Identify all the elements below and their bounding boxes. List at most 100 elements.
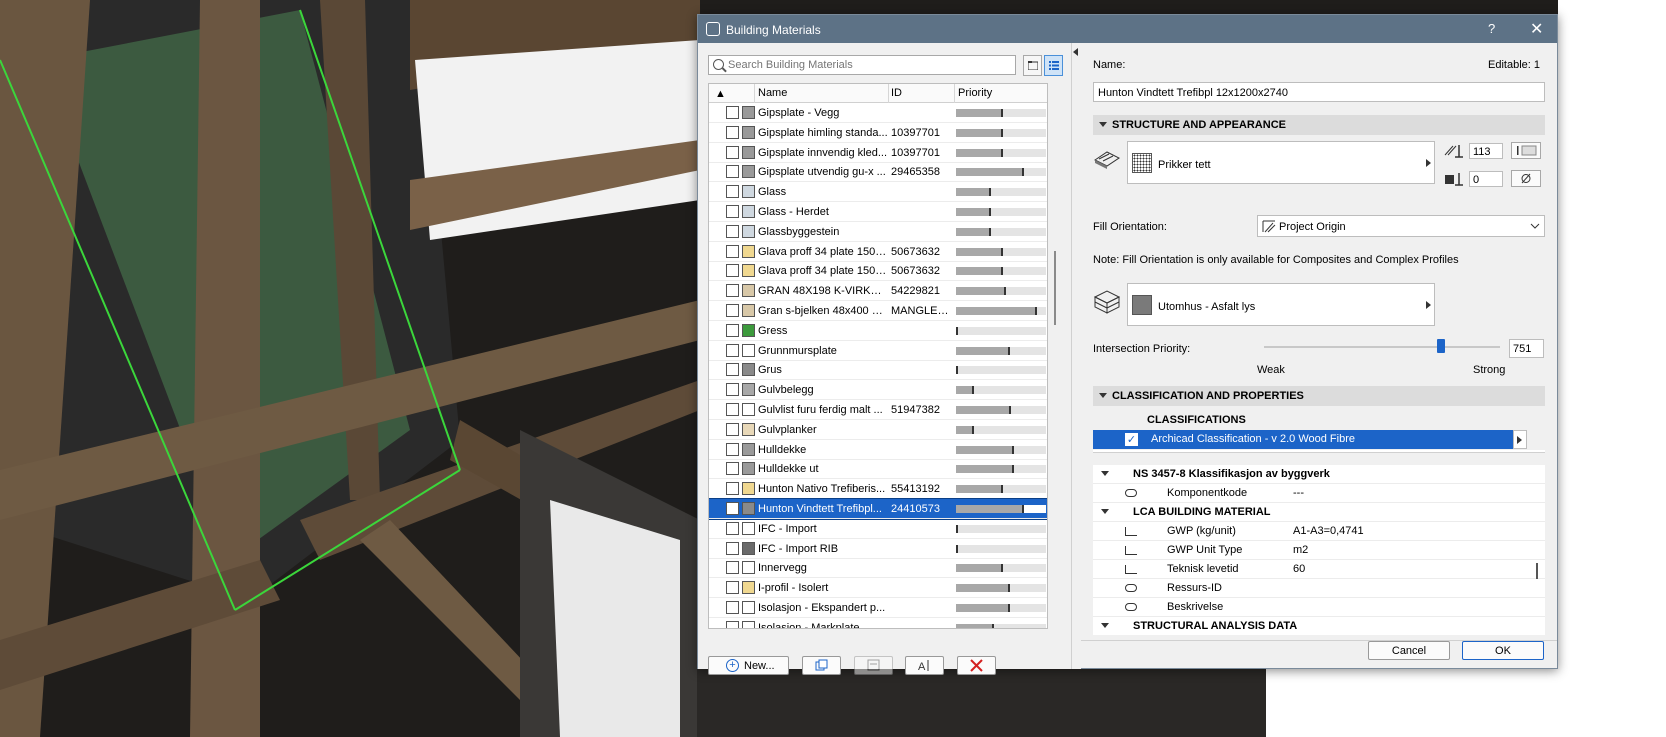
table-row[interactable]: Gulvplanker: [709, 420, 1047, 440]
property-value[interactable]: m2: [1293, 544, 1308, 556]
expand-caret-icon[interactable]: [1101, 471, 1109, 476]
fill-pen-input[interactable]: 113: [1469, 143, 1503, 159]
classification-properties-header[interactable]: CLASSIFICATION AND PROPERTIES: [1093, 386, 1545, 406]
table-row[interactable]: Grunnmursplate: [709, 341, 1047, 361]
material-catalog-button[interactable]: [854, 656, 893, 675]
table-row[interactable]: Gipsplate innvendig kled... 10397701: [709, 143, 1047, 163]
help-button[interactable]: ?: [1488, 21, 1495, 36]
intersection-priority-input[interactable]: 751: [1509, 339, 1544, 358]
structure-appearance-header[interactable]: STRUCTURE AND APPEARANCE: [1093, 115, 1545, 135]
new-material-button[interactable]: + New...: [708, 656, 789, 675]
cut-fill-swatch: [726, 383, 739, 397]
cut-fill-picker[interactable]: Prikker tett: [1127, 141, 1435, 184]
property-row[interactable]: Teknisk levetid 60: [1093, 560, 1545, 579]
classification-picker-button[interactable]: [1513, 430, 1527, 449]
table-row[interactable]: Gulvbelegg: [709, 380, 1047, 401]
delete-button[interactable]: [957, 656, 996, 675]
fill-orientation-label: Fill Orientation:: [1093, 221, 1167, 233]
table-row[interactable]: Gipsplate himling standa... 10397701: [709, 123, 1047, 143]
column-name-header[interactable]: Name: [758, 87, 787, 99]
property-row[interactable]: GWP (kg/unit) A1-A3=0,4741: [1093, 522, 1545, 541]
property-group-row[interactable]: STRUCTURAL ANALYSIS DATA: [1093, 617, 1545, 635]
surface-color-swatch: [742, 165, 755, 179]
property-row[interactable]: Beskrivelse: [1093, 598, 1545, 617]
background-pen-button[interactable]: [1511, 142, 1541, 159]
ok-button[interactable]: OK: [1462, 641, 1544, 660]
property-row[interactable]: Ressurs-ID: [1093, 579, 1545, 598]
name-field[interactable]: Hunton Vindtett Trefibpl 12x1200x2740: [1093, 82, 1545, 102]
surface-picker[interactable]: Utomhus - Asfalt lys: [1127, 283, 1435, 326]
table-row[interactable]: Glava proff 34 plate 150x... 50673632: [709, 242, 1047, 262]
table-row[interactable]: Grus: [709, 360, 1047, 381]
search-box[interactable]: [708, 55, 1016, 75]
sort-arrow-icon[interactable]: ▲: [715, 88, 726, 100]
list-view-button[interactable]: [1044, 55, 1063, 76]
link-icon: [1125, 489, 1137, 497]
table-row[interactable]: Innervegg: [709, 558, 1047, 579]
priority-fill: [956, 267, 1003, 276]
expand-caret-icon[interactable]: [1101, 623, 1109, 628]
material-name: Isolasjon - Markplate: [758, 621, 860, 629]
column-priority-header[interactable]: Priority: [958, 87, 992, 99]
cancel-button[interactable]: Cancel: [1368, 641, 1450, 660]
table-row[interactable]: Gipsplate - Vegg: [709, 103, 1047, 123]
table-row[interactable]: Glava proff 34 plate 150x... 50673632: [709, 261, 1047, 282]
material-id: 51947382: [891, 404, 940, 416]
slider-thumb[interactable]: [1437, 339, 1446, 353]
classification-row[interactable]: ✓ Archicad Classification - v 2.0 Wood F…: [1093, 430, 1527, 449]
table-row[interactable]: Isolasjon - Ekspandert p...: [709, 598, 1047, 618]
cut-fill-swatch: [726, 264, 739, 278]
classification-properties-title: CLASSIFICATION AND PROPERTIES: [1112, 390, 1304, 402]
collapse-arrow-icon[interactable]: [1073, 48, 1078, 56]
title-bar[interactable]: Building Materials ? ✕: [698, 15, 1557, 43]
property-group-row[interactable]: NS 3457-8 Klassifikasjon av byggverk: [1093, 465, 1545, 484]
building-materials-dialog: Building Materials ? ✕ ▲ Name ID Priorit…: [697, 14, 1558, 675]
table-row[interactable]: Glass: [709, 182, 1047, 203]
folder-view-button[interactable]: [1023, 55, 1042, 76]
property-value[interactable]: A1-A3=0,4741: [1293, 525, 1364, 537]
tree-branch-icon: [1125, 527, 1137, 536]
table-row[interactable]: Isolasjon - Markplate: [709, 618, 1047, 629]
duplicate-button[interactable]: [802, 656, 841, 675]
table-row[interactable]: Gulvlist furu ferdig malt ... 51947382: [709, 400, 1047, 420]
cut-fill-swatch: [726, 561, 739, 575]
priority-bar: [956, 346, 1046, 355]
close-button[interactable]: ✕: [1530, 19, 1543, 39]
table-row[interactable]: IFC - Import RIB: [709, 539, 1047, 559]
table-row[interactable]: Gress: [709, 321, 1047, 341]
priority-bar: [956, 524, 1046, 533]
table-row[interactable]: GRAN 48X198 K-VIRKE C24 54229821: [709, 281, 1047, 302]
table-row[interactable]: Gran s-bjelken 48x400 gl... MANGLER ...: [709, 301, 1047, 321]
list-scrollbar[interactable]: [1054, 251, 1056, 325]
column-id-header[interactable]: ID: [891, 87, 902, 99]
property-value[interactable]: 60: [1293, 563, 1305, 575]
property-value[interactable]: ---: [1293, 487, 1304, 499]
table-row[interactable]: Gipsplate utvendig gu-x ... 29465358: [709, 162, 1047, 183]
checkbox-checked[interactable]: ✓: [1125, 433, 1138, 446]
table-row[interactable]: Hulldekke: [709, 440, 1047, 460]
properties-scrollbar[interactable]: [1536, 563, 1538, 579]
property-group-row[interactable]: LCA BUILDING MATERIAL: [1093, 503, 1545, 522]
priority-fill: [956, 564, 1003, 573]
table-row[interactable]: Glassbyggestein: [709, 222, 1047, 242]
table-row[interactable]: Hunton Vindtett Trefibpl... 24410573: [709, 498, 1047, 520]
rename-button[interactable]: A: [905, 656, 944, 675]
material-name: Grunnmursplate: [758, 344, 837, 357]
search-input[interactable]: [728, 57, 1013, 73]
material-name: GRAN 48X198 K-VIRKE C24: [758, 285, 888, 298]
table-row[interactable]: Glass - Herdet: [709, 202, 1047, 222]
priority-fill: [956, 307, 1037, 315]
background-pen-input[interactable]: 0: [1469, 171, 1503, 187]
table-row[interactable]: Hulldekke ut: [709, 459, 1047, 480]
expand-caret-icon[interactable]: [1101, 509, 1109, 514]
pane-splitter[interactable]: [1071, 43, 1081, 669]
fill-orientation-dropdown[interactable]: Project Origin: [1257, 215, 1545, 237]
transparent-bg-button[interactable]: [1511, 170, 1541, 187]
material-name: Gipsplate utvendig gu-x ...: [758, 166, 886, 179]
table-row[interactable]: Hunton Nativo Trefiberis... 55413192: [709, 479, 1047, 500]
table-row[interactable]: IFC - Import: [709, 519, 1047, 539]
intersection-priority-slider[interactable]: [1264, 346, 1500, 348]
property-row[interactable]: GWP Unit Type m2: [1093, 541, 1545, 560]
table-row[interactable]: I-profil - Isolert: [709, 578, 1047, 599]
property-row[interactable]: Komponentkode ---: [1093, 484, 1545, 503]
